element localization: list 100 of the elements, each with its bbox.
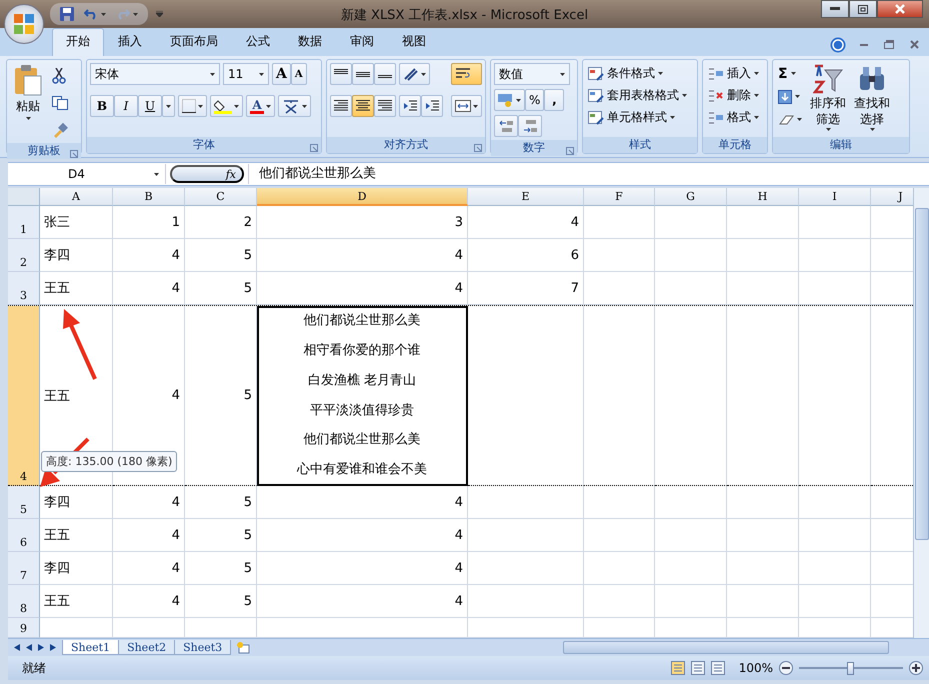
column-header[interactable]: C [185, 188, 257, 206]
italic-button[interactable]: I [114, 95, 138, 117]
decrease-decimal-button[interactable] [518, 115, 542, 137]
table-cell: 4 [454, 248, 463, 262]
sheet-nav-button[interactable] [14, 642, 20, 654]
ribbon-tab[interactable]: 数据 [284, 28, 336, 56]
plus-icon [912, 664, 920, 672]
cells-menu-button[interactable]: 插入 [706, 63, 761, 84]
font-size-dropdown[interactable]: 11 [223, 63, 269, 85]
minimize-button[interactable] [821, 0, 849, 18]
phonetic-guide-button[interactable] [278, 95, 311, 117]
insert-sheet-button[interactable] [234, 640, 252, 655]
close-button[interactable] [877, 0, 923, 18]
empty-cell [655, 486, 727, 519]
column-header[interactable]: H [727, 188, 799, 206]
sheet-tab[interactable]: Sheet1 [62, 640, 120, 655]
ribbon-tab[interactable]: 开始 [52, 28, 104, 56]
shrink-font-button[interactable]: A [290, 63, 307, 85]
zoom-level[interactable]: 100% [738, 661, 773, 675]
column-header[interactable]: I [799, 188, 871, 206]
sort-filter-button[interactable]: 排序和筛选 [808, 63, 848, 133]
vertical-align-button[interactable] [330, 63, 352, 85]
view-button[interactable] [690, 660, 705, 676]
row-header[interactable]: 2 [8, 239, 40, 272]
row-header[interactable]: 8 [8, 585, 40, 618]
slider-thumb[interactable] [847, 662, 854, 674]
row-header[interactable]: 1 [8, 206, 40, 239]
column-header[interactable]: E [468, 188, 584, 206]
sheet-nav-button[interactable] [50, 642, 56, 654]
dropdown-arrow-icon [795, 95, 800, 98]
align-lines-icon [356, 69, 370, 79]
bold-button[interactable]: B [90, 95, 114, 117]
column-header[interactable]: B [113, 188, 185, 206]
accounting-format-button[interactable] [494, 89, 525, 111]
office-button[interactable] [4, 4, 44, 44]
vertical-align-button[interactable] [374, 63, 396, 85]
ribbon-tab[interactable]: 审阅 [336, 28, 388, 56]
horizontal-align-button[interactable] [330, 95, 352, 117]
fill-color-button[interactable] [210, 95, 243, 117]
horizontal-align-button[interactable] [352, 95, 374, 117]
table-cell-text: 白发渔樵 老月青山 [306, 372, 418, 390]
name-box[interactable]: D4 [8, 164, 166, 184]
view-button[interactable] [670, 660, 685, 676]
column-header[interactable]: G [655, 188, 727, 206]
vertical-align-button[interactable] [352, 63, 374, 85]
percent-style-button[interactable]: % [525, 89, 544, 111]
horizontal-align-button[interactable] [374, 95, 396, 117]
increase-decimal-button[interactable] [494, 115, 518, 137]
sheet-tab[interactable]: Sheet2 [118, 640, 176, 655]
comma-style-button[interactable]: , [544, 89, 564, 111]
dropdown-arrow-icon [682, 94, 687, 97]
autosum-button[interactable]: Σ [776, 63, 804, 84]
orientation-button[interactable] [399, 63, 430, 85]
column-header[interactable]: D [257, 188, 468, 206]
merge-center-button[interactable] [451, 95, 482, 117]
ribbon-tab[interactable]: 视图 [388, 28, 440, 56]
wrap-text-button[interactable] [451, 63, 482, 85]
font-name-dropdown[interactable]: 宋体 [90, 63, 220, 85]
table-cell: 4 [172, 560, 180, 576]
row-header[interactable]: 9 [8, 618, 40, 638]
zoom-out-button[interactable] [779, 661, 793, 675]
row-header[interactable]: 3 [8, 272, 40, 305]
dropdown-arrow-icon [266, 104, 271, 108]
sheet-nav-button[interactable] [26, 642, 32, 654]
number-format-dropdown[interactable]: 数值 [494, 63, 570, 85]
table-cell: 4 [454, 560, 463, 576]
window-title: 新建 XLSX 工作表.xlsx - Microsoft Excel [340, 8, 588, 23]
styles-menu-button[interactable]: 单元格样式 [586, 107, 689, 128]
maximize-button[interactable] [849, 0, 877, 18]
row-header[interactable]: 5 [8, 486, 40, 519]
cells-menu-button[interactable]: 删除 [706, 85, 761, 106]
view-button[interactable] [710, 660, 725, 676]
vertical-scrollbar[interactable] [913, 188, 929, 638]
row-header[interactable]: 6 [8, 519, 40, 552]
styles-menu-button[interactable]: 套用表格格式 [586, 85, 689, 106]
cells-menu-button[interactable]: 格式 [706, 107, 761, 128]
ribbon-tab[interactable]: 插入 [104, 28, 156, 56]
zoom-in-button[interactable] [909, 661, 923, 675]
font-color-button[interactable]: A [246, 95, 275, 117]
underline-dropdown[interactable] [162, 95, 175, 117]
find-select-button[interactable]: 查找和选择 [852, 63, 892, 133]
column-header[interactable]: J [871, 188, 913, 206]
decrease-indent-button[interactable] [399, 95, 421, 117]
ribbon-tab[interactable]: 公式 [232, 28, 284, 56]
sheet-nav-button[interactable] [38, 642, 44, 654]
table-cell: 4 [172, 280, 180, 296]
increase-indent-button[interactable] [421, 95, 443, 117]
table-cell-text: 王五 [44, 593, 70, 610]
grow-font-button[interactable]: A [272, 63, 291, 85]
borders-button[interactable] [178, 95, 207, 117]
row-header[interactable]: 7 [8, 552, 40, 585]
styles-menu-button[interactable]: 条件格式 [586, 63, 689, 84]
underline-button[interactable]: U [138, 95, 162, 117]
formula-input[interactable]: 他们都说尘世那么美 [248, 164, 929, 184]
ribbon-tab[interactable]: 页面布局 [156, 28, 232, 56]
sheet-tab[interactable]: Sheet3 [174, 640, 232, 655]
row-header[interactable]: 4 [8, 306, 40, 486]
column-header[interactable]: A [40, 188, 113, 206]
column-header[interactable]: F [584, 188, 655, 206]
insert-function-button[interactable]: fx [170, 165, 244, 183]
